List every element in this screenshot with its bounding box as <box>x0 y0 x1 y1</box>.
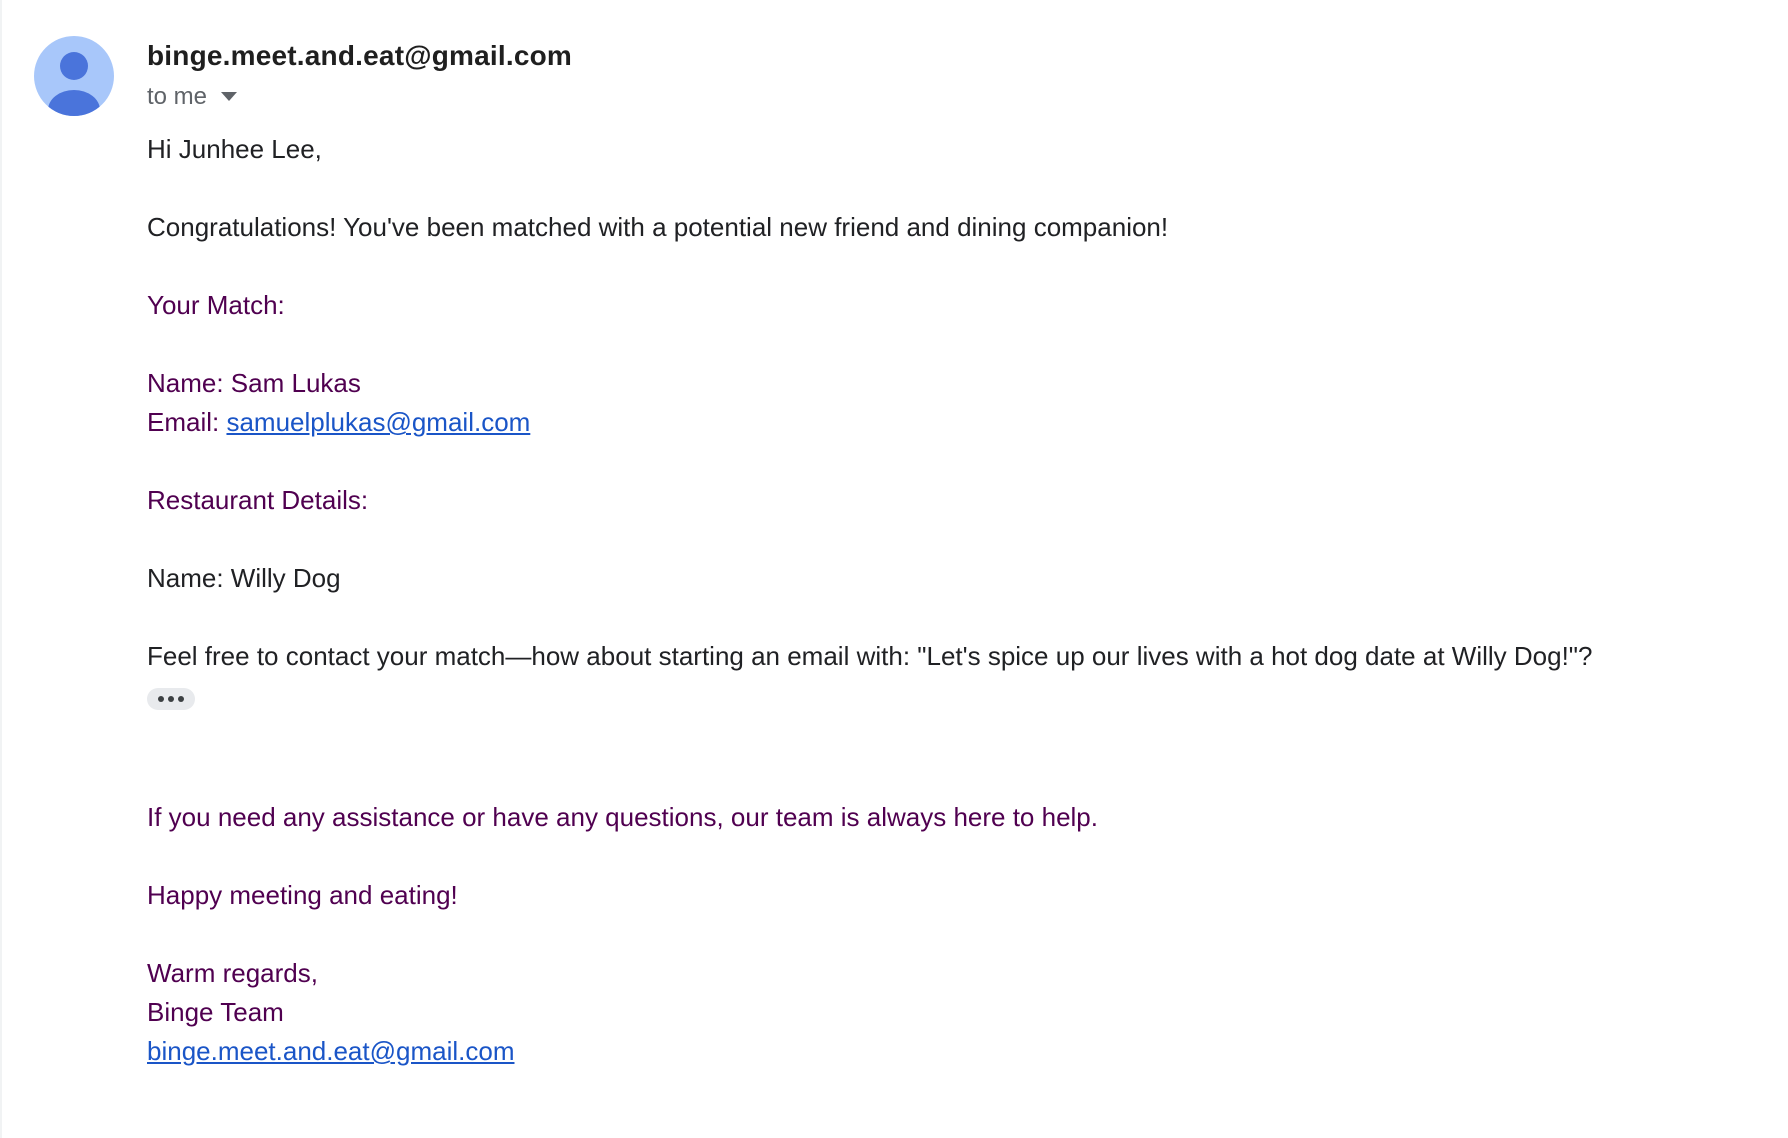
email-message-view: binge.meet.and.eat@gmail.com to me Hi Ju… <box>0 0 1788 1138</box>
team-email-link[interactable]: binge.meet.and.eat@gmail.com <box>147 1036 514 1066</box>
greeting: Hi Junhee Lee, <box>147 134 322 164</box>
team-name: Binge Team <box>147 997 284 1027</box>
closing-line: Happy meeting and eating! <box>147 880 458 910</box>
restaurant-name: Name: Willy Dog <box>147 563 341 593</box>
recipient-details-toggle[interactable]: to me <box>147 80 238 114</box>
match-email-link[interactable]: samuelplukas@gmail.com <box>226 407 530 437</box>
match-email-label: Email: <box>147 407 227 437</box>
match-name: Name: Sam Lukas <box>147 368 361 398</box>
assistance-text: If you need any assistance or have any q… <box>147 802 1098 832</box>
email-body: Hi Junhee Lee, Congratulations! You've b… <box>147 130 1747 1071</box>
recipient-label: to me <box>147 83 208 110</box>
team-email-line: binge.meet.and.eat@gmail.com <box>147 1032 1747 1071</box>
contact-suggestion: Feel free to contact your match—how abou… <box>147 641 1593 671</box>
caret-down-icon <box>221 92 238 101</box>
sender-avatar[interactable] <box>34 36 114 116</box>
show-trimmed-content-button[interactable] <box>147 688 195 710</box>
congratulations-text: Congratulations! You've been matched wit… <box>147 212 1169 242</box>
signoff: Warm regards, <box>147 958 318 988</box>
person-avatar-icon <box>34 36 114 116</box>
match-email-line: Email: samuelplukas@gmail.com <box>147 403 1747 442</box>
more-horizontal-icon <box>158 696 164 702</box>
match-heading: Your Match: <box>147 290 285 320</box>
divider <box>0 0 2 1138</box>
sender-email[interactable]: binge.meet.and.eat@gmail.com <box>147 36 572 76</box>
restaurant-heading: Restaurant Details: <box>147 485 369 515</box>
